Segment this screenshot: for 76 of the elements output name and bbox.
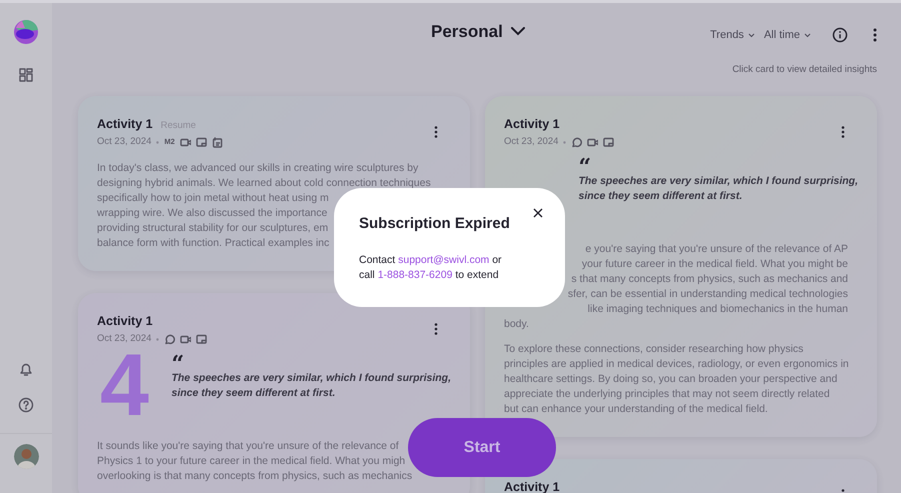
chevron-down-icon <box>804 32 811 38</box>
more-button[interactable] <box>873 28 877 42</box>
body-text: body. <box>504 317 529 332</box>
filter-dropdown[interactable]: All time <box>764 26 811 44</box>
more-icon <box>841 126 845 138</box>
body-text: wrapping wire. We also discussed the importance <box>97 206 328 221</box>
body-text: appreciate the underlying principles that may not seem directly related <box>504 387 830 402</box>
quote-text: since they seem different at first. <box>171 386 336 401</box>
body-text: s that many concepts from physics, such as mechanics and <box>571 272 849 287</box>
bell-button[interactable] <box>18 361 34 377</box>
quote-text: since they seem different at first. <box>578 189 744 204</box>
body-text: designing hybrid animals. We learned about cold connection techniques <box>97 176 431 191</box>
body-text: specifically how to join metal without heat using m <box>97 191 329 206</box>
body-text: To explore these connections, consider researching how physics <box>504 342 804 357</box>
chevron-down-icon <box>748 32 755 38</box>
close-button[interactable] <box>533 208 543 218</box>
video-icon <box>587 136 598 148</box>
video-icon <box>180 334 192 344</box>
date-text: Oct 23, 2024 <box>97 332 152 346</box>
body-text: your future career in the medical field. What you might be <box>582 257 849 272</box>
date-text: Oct 23, 2024 <box>97 134 152 149</box>
quote-text: The speeches are very similar, which I found surprising, <box>171 371 451 386</box>
chevron-down-icon <box>510 27 525 36</box>
date-text: Oct 23, 2024 <box>504 134 558 149</box>
quote-mark: “ <box>578 160 592 174</box>
body-text: Physics 1 to your future career in the medical field. What you migh <box>97 454 406 469</box>
info-button[interactable] <box>832 27 848 43</box>
body-text: balance form with function. Practical examples inc <box>97 236 330 251</box>
notes-icon <box>212 136 223 148</box>
body-text: but can enhance your understanding of the medical field. <box>504 402 768 417</box>
filter-dropdown[interactable]: Trends <box>710 26 755 44</box>
screen-icon <box>603 136 614 148</box>
dashboard-button[interactable] <box>19 68 33 82</box>
body-text: It sounds like you're saying that you're unsure of the relevance of <box>97 439 399 454</box>
quote-mark: “ <box>171 357 184 371</box>
body-text: healthcare settings. By doing so, you can broaden your perspective and <box>504 372 838 387</box>
card-title: Activity 1 <box>504 116 560 133</box>
score-number: 4 <box>100 349 149 421</box>
help-icon <box>18 397 34 413</box>
screen-icon <box>196 136 207 148</box>
body-text: sfer, can be essential in understanding medical technologies <box>568 287 849 302</box>
modal-message: Contact support@swivl.com or call 1-888-837-6209 to extend <box>359 252 503 282</box>
dot-icon <box>156 140 160 144</box>
more-icon <box>873 28 877 42</box>
modal-title: Subscription Expired <box>359 214 511 234</box>
chat-icon <box>571 136 582 148</box>
dot-icon <box>563 140 566 144</box>
chat-icon <box>164 334 176 344</box>
logo-icon <box>13 19 39 45</box>
body-text: In today's class, we advanced our skills in creating wire sculptures by <box>97 161 418 176</box>
bell-icon <box>18 361 34 377</box>
quote-text: The speeches are very similar, which I found surprising, <box>578 174 858 189</box>
dot-icon <box>156 338 160 340</box>
body-text: like imaging techniques and biomechanics in the human <box>588 302 849 317</box>
video-icon <box>180 136 191 148</box>
workspace-dropdown[interactable]: Personal <box>431 19 525 44</box>
body-text: e you're saying that you're unsure of the relevance of AP <box>585 242 849 257</box>
help-button[interactable] <box>18 397 34 413</box>
avatar[interactable] <box>14 444 38 469</box>
more-icon <box>434 126 438 138</box>
avatar-icon <box>14 444 38 469</box>
more-button[interactable] <box>841 126 845 138</box>
contact-link[interactable]: support@swivl.com <box>398 254 490 266</box>
card-title: Activity 1 <box>97 313 153 330</box>
grid-icon <box>19 68 33 82</box>
card-title: Activity 1 <box>97 116 153 133</box>
body-text: principles are applied in medical devices, radiology, or even ergonomics in <box>504 357 849 372</box>
info-icon <box>832 27 848 43</box>
more-icon <box>434 323 438 335</box>
contact-link[interactable]: 1-888-837-6209 <box>378 268 452 280</box>
hint-text: Click card to view detailed insights <box>731 64 877 76</box>
more-button[interactable] <box>434 323 438 335</box>
close-icon <box>533 208 543 218</box>
body-text: providing structural stability for our sculptures, em <box>97 221 328 236</box>
more-button[interactable] <box>434 126 438 138</box>
screen-icon <box>196 334 208 344</box>
